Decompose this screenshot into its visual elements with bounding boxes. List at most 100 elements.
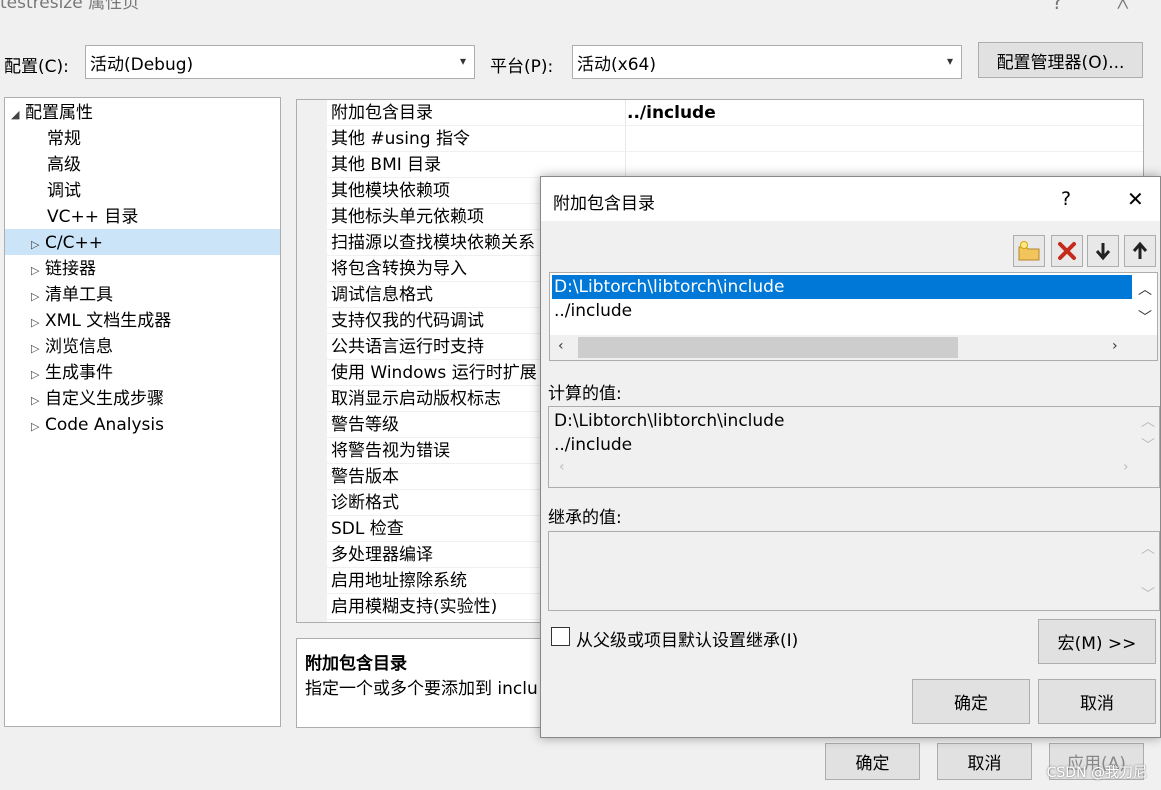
main-cancel-button[interactable]: 取消 <box>937 743 1032 780</box>
tree-group[interactable]: ▷ 浏览信息 <box>31 334 113 360</box>
chevron-down-icon: ▾ <box>946 54 953 68</box>
expand-down-icon[interactable]: ◢ <box>11 102 25 128</box>
scrollbar-thumb[interactable] <box>578 337 958 358</box>
expand-right-icon[interactable]: ▷ <box>31 258 45 284</box>
inherit-checkbox[interactable] <box>551 627 570 646</box>
property-row[interactable]: 附加包含目录 ../include <box>297 100 1143 126</box>
property-name: 附加包含目录 <box>331 103 433 123</box>
dialog-title: 附加包含目录 <box>553 194 655 214</box>
description-text: 指定一个或多个要添加到 inclu <box>305 679 538 699</box>
tree-group-label: 浏览信息 <box>45 337 113 357</box>
tree-group[interactable]: ▷ Code Analysis <box>31 412 164 438</box>
expand-right-icon[interactable]: ▷ <box>31 362 45 388</box>
tree-group[interactable]: ▷ 链接器 <box>31 256 96 282</box>
tree-group-label: 清单工具 <box>45 285 113 305</box>
help-icon[interactable]: ? <box>1061 188 1071 210</box>
tree-item[interactable]: VC++ 目录 <box>47 204 138 230</box>
window-title: testresize 属性页 <box>0 0 140 13</box>
property-name: 支持仅我的代码调试 <box>331 311 484 331</box>
property-name: 将包含转换为导入 <box>331 259 467 279</box>
tree-group[interactable]: ▷ 生成事件 <box>31 360 113 386</box>
scroll-down-icon: ﹀ <box>1141 438 1155 454</box>
expand-right-icon[interactable]: ▷ <box>31 336 45 362</box>
property-name: 使用 Windows 运行时扩展 <box>331 363 537 383</box>
tree-item[interactable]: 常规 <box>47 126 81 152</box>
property-name: 多处理器编译 <box>331 545 433 565</box>
computed-line: D:\Libtorch\libtorch\include <box>554 411 785 431</box>
tree-group-label: 生成事件 <box>45 363 113 383</box>
move-up-button[interactable] <box>1124 235 1156 267</box>
tree-group[interactable]: ▷ 清单工具 <box>31 282 113 308</box>
arrow-up-icon <box>1132 241 1148 259</box>
property-row[interactable]: 其他 #using 指令 <box>297 126 1143 152</box>
property-value[interactable]: ../include <box>627 100 716 126</box>
list-item[interactable]: ../include <box>552 299 632 323</box>
close-icon[interactable]: ✕ <box>1127 187 1144 211</box>
scroll-down-icon: ﹀ <box>1141 587 1155 603</box>
platform-label: 平台(P): <box>490 57 554 77</box>
property-name: 启用模糊支持(实验性) <box>331 597 498 617</box>
chevron-down-icon: ▾ <box>459 54 466 68</box>
dialog-cancel-button[interactable]: 取消 <box>1038 679 1156 724</box>
tree-group-label: XML 文档生成器 <box>45 311 172 331</box>
scroll-up-icon[interactable]: ︿ <box>1138 279 1152 299</box>
dialog-ok-button[interactable]: 确定 <box>912 679 1030 724</box>
main-ok-button[interactable]: 确定 <box>825 743 920 780</box>
folder-add-icon <box>1018 241 1040 261</box>
property-row[interactable]: 其他 BMI 目录 <box>297 152 1143 178</box>
new-line-button[interactable] <box>1013 235 1045 267</box>
inherited-label: 继承的值: <box>548 508 622 528</box>
config-label: 配置(C): <box>4 57 69 77</box>
include-dirs-dialog: 附加包含目录 ? ✕ D:\Libtorch\libtorch\include … <box>540 176 1161 738</box>
platform-select-value: 活动(x64) <box>577 54 656 75</box>
property-tree: ◢ 配置属性 常规 高级 调试 VC++ 目录 ▷ C/C++ ▷ 链接器 ▷ 清单工具 ▷ XML 文档… <box>4 97 281 727</box>
property-name: 其他 BMI 目录 <box>331 155 442 175</box>
property-name: 公共语言运行时支持 <box>331 337 484 357</box>
expand-right-icon[interactable]: ▷ <box>31 310 45 336</box>
computed-values-box: D:\Libtorch\libtorch\include ../include … <box>548 406 1160 488</box>
scroll-left-icon[interactable]: ‹ <box>558 338 564 354</box>
list-item[interactable]: D:\Libtorch\libtorch\include <box>552 275 1132 299</box>
config-manager-button[interactable]: 配置管理器(O)... <box>978 42 1143 78</box>
property-name: 扫描源以查找模块依赖关系 <box>331 233 535 253</box>
delete-line-button[interactable] <box>1051 235 1083 267</box>
tree-group[interactable]: ▷ C/C++ <box>31 230 103 256</box>
inherit-checkbox-label[interactable]: 从父级或项目默认设置继承(I) <box>576 626 798 651</box>
config-select[interactable]: 活动(Debug) ▾ <box>85 45 475 79</box>
property-name: 警告版本 <box>331 467 399 487</box>
include-dirs-list[interactable]: D:\Libtorch\libtorch\include ../include … <box>549 272 1158 361</box>
tree-root-label: 配置属性 <box>25 103 93 123</box>
computed-label: 计算的值: <box>548 384 622 404</box>
delete-icon <box>1058 242 1076 260</box>
watermark: CSDN @我刀尼 <box>1046 765 1147 781</box>
tree-item[interactable]: 高级 <box>47 152 81 178</box>
property-name: 其他模块依赖项 <box>331 181 450 201</box>
config-select-value: 活动(Debug) <box>90 54 194 75</box>
property-name: 诊断格式 <box>331 493 399 513</box>
property-name: 其他标头单元依赖项 <box>331 207 484 227</box>
tree-item[interactable]: 调试 <box>47 178 81 204</box>
expand-right-icon[interactable]: ▷ <box>31 414 45 440</box>
help-icon[interactable]: ? <box>1052 0 1063 14</box>
expand-right-icon[interactable]: ▷ <box>31 232 45 258</box>
scroll-down-icon[interactable]: ﹀ <box>1138 307 1152 327</box>
move-down-button[interactable] <box>1087 235 1119 267</box>
macro-button[interactable]: 宏(M) >> <box>1038 619 1156 664</box>
scroll-right-icon: › <box>1123 459 1129 475</box>
scroll-up-icon: ︿ <box>1141 541 1155 557</box>
computed-line: ../include <box>554 435 633 455</box>
close-icon[interactable]: ╳ <box>1118 0 1128 9</box>
expand-right-icon[interactable]: ▷ <box>31 284 45 310</box>
inherited-values-box: ︿ ﹀ <box>548 531 1160 611</box>
tree-root[interactable]: ◢ 配置属性 <box>11 100 93 126</box>
scroll-right-icon[interactable]: › <box>1112 338 1118 354</box>
scroll-up-icon: ︿ <box>1141 414 1155 430</box>
platform-select[interactable]: 活动(x64) ▾ <box>572 45 962 79</box>
horizontal-scrollbar[interactable]: ‹ › <box>550 335 1157 360</box>
tree-group[interactable]: ▷ 自定义生成步骤 <box>31 386 164 412</box>
property-name: 警告等级 <box>331 415 399 435</box>
expand-right-icon[interactable]: ▷ <box>31 388 45 414</box>
tree-group-label: 链接器 <box>45 259 96 279</box>
property-name: 取消显示启动版权标志 <box>331 389 501 409</box>
tree-group[interactable]: ▷ XML 文档生成器 <box>31 308 171 334</box>
